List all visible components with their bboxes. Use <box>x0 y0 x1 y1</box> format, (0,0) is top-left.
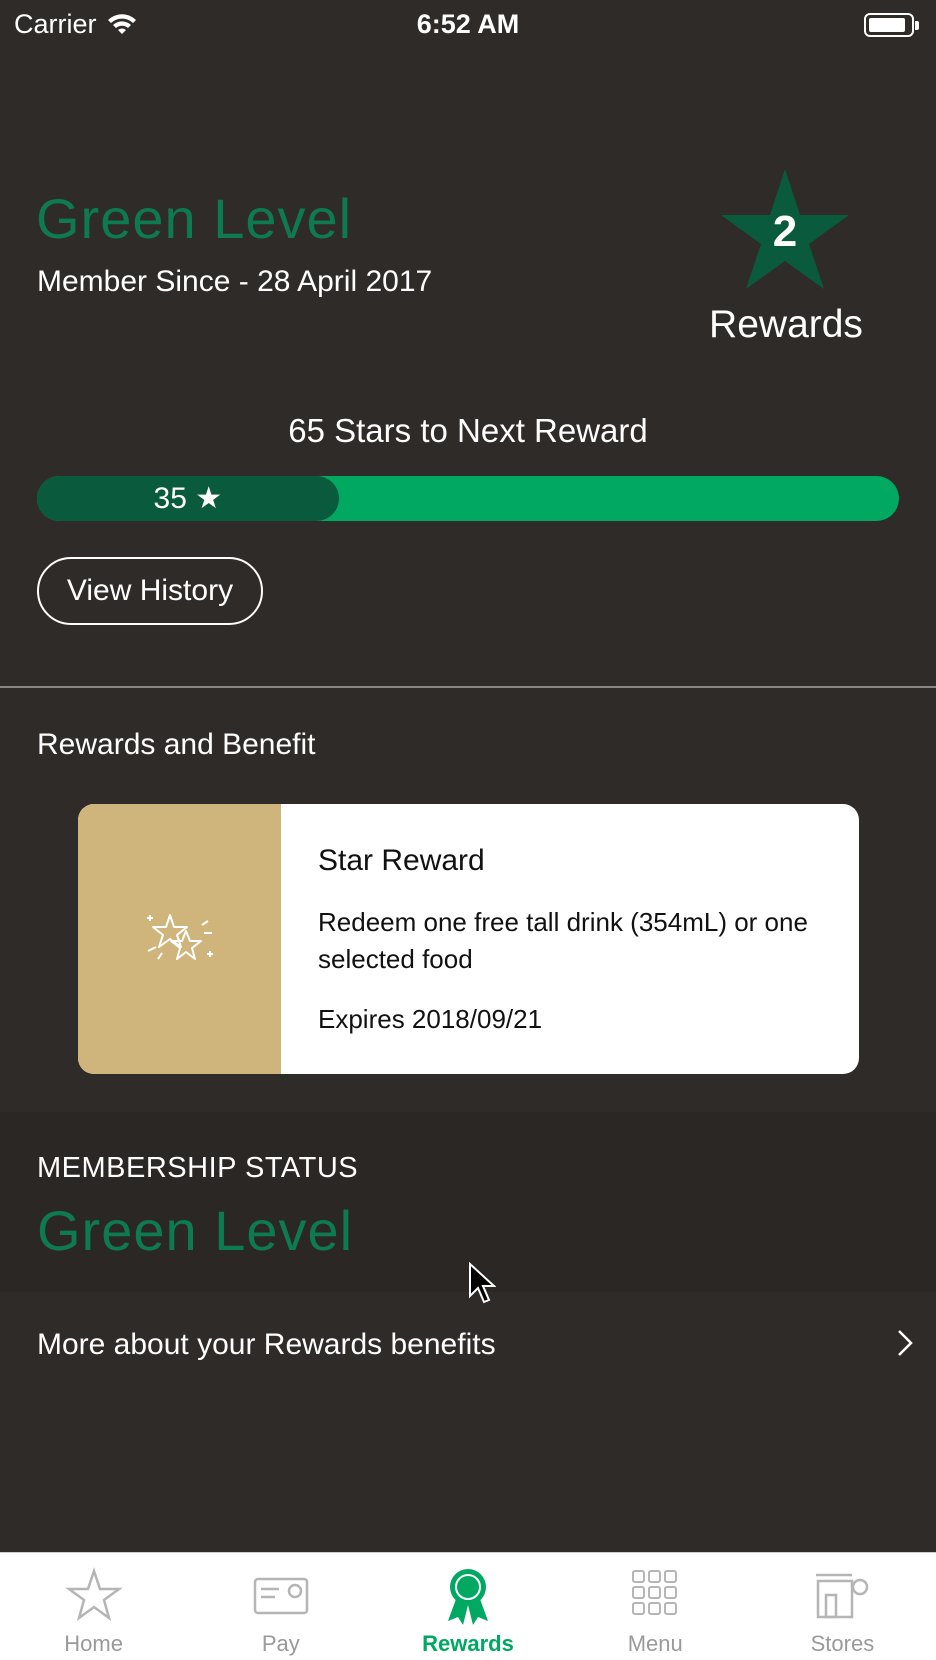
tab-menu[interactable]: Menu <box>562 1553 749 1660</box>
rewards-label: Rewards <box>709 303 863 346</box>
reward-card-thumbnail <box>78 804 281 1074</box>
divider <box>0 686 936 688</box>
tab-pay-label: Pay <box>261 1631 300 1656</box>
view-history-button[interactable]: View History <box>37 557 263 625</box>
tab-bar: Home Pay Rewards Menu Stores <box>0 1552 936 1660</box>
tab-pay[interactable]: Pay <box>187 1553 374 1660</box>
more-rewards-benefits-link[interactable]: More about your Rewards benefits <box>0 1292 936 1398</box>
reward-card[interactable]: Star Reward Redeem one free tall drink (… <box>78 804 859 1074</box>
stars-to-next-reward: 65 Stars to Next Reward <box>288 412 648 449</box>
membership-status-label: MEMBERSHIP STATUS <box>37 1152 359 1184</box>
clock: 6:52 AM <box>416 9 520 39</box>
sparkle-stars-icon <box>146 914 213 960</box>
rewards-badge[interactable]: 2 Rewards <box>700 165 872 346</box>
member-since: Member Since - 28 April 2017 <box>37 265 433 298</box>
chevron-right-icon <box>898 1330 913 1356</box>
tab-rewards-label: Rewards <box>422 1631 514 1656</box>
ribbon-icon <box>448 1569 488 1625</box>
tab-rewards[interactable]: Rewards <box>374 1553 561 1660</box>
stars-progress-bar: 35 ★ <box>37 476 899 521</box>
card-icon <box>253 1577 309 1615</box>
reward-card-expiry: Expires 2018/09/21 <box>318 1004 543 1034</box>
tab-menu-label: Menu <box>627 1631 683 1656</box>
grid-icon <box>632 1570 678 1615</box>
level-title: Green Level <box>36 187 353 250</box>
reward-card-title: Star Reward <box>318 844 485 877</box>
store-icon <box>816 1573 869 1619</box>
tab-home-label: Home <box>64 1631 123 1656</box>
tab-stores[interactable]: Stores <box>749 1553 936 1660</box>
rewards-section-heading: Rewards and Benefit <box>37 728 316 761</box>
status-bar: Carrier 6:52 AM <box>0 0 936 52</box>
tab-home[interactable]: Home <box>0 1553 187 1660</box>
stars-count: 35 ★ <box>153 482 223 515</box>
battery-icon <box>864 13 919 37</box>
membership-level: Green Level <box>37 1199 354 1262</box>
mouse-cursor-icon <box>469 1262 496 1304</box>
reward-card-description: Redeem one free tall drink (354mL) or on… <box>318 907 808 974</box>
rewards-count: 2 <box>772 207 798 256</box>
more-rewards-benefits-label: More about your Rewards benefits <box>37 1328 496 1361</box>
tab-stores-label: Stores <box>810 1631 875 1656</box>
stars-progress-fill: 35 ★ <box>37 476 339 521</box>
star-icon <box>64 1567 123 1622</box>
